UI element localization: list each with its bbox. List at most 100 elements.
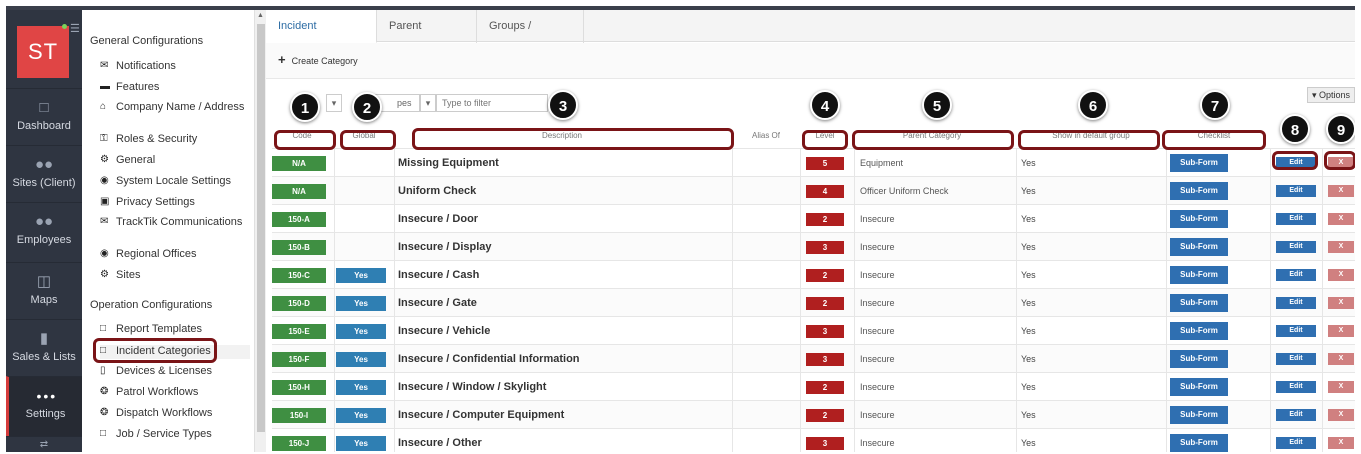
table-row[interactable]: 150-F Yes Insecure / Confidential Informat… bbox=[272, 344, 1355, 373]
table-row[interactable]: 150-C Yes Insecure / Cash 2 Insecure Yes Sub-F… bbox=[272, 260, 1355, 289]
config-item-patrol-workflows[interactable]: ❂ Patrol Workflows bbox=[100, 386, 250, 398]
edit-button[interactable]: Edit bbox=[1276, 381, 1316, 393]
config-item-report-templates[interactable]: □ Report Templates bbox=[100, 323, 250, 335]
subform-button[interactable]: Sub-Form bbox=[1170, 406, 1228, 424]
nav-sales-lists[interactable]: ▮ Sales & Lists bbox=[6, 319, 82, 375]
cell-description: Insecure / Other bbox=[398, 429, 728, 452]
config-item-roles-security[interactable]: ⚿ Roles & Security bbox=[100, 133, 250, 145]
subform-button[interactable]: Sub-Form bbox=[1170, 378, 1228, 396]
column-header-alias[interactable]: Alias Of bbox=[734, 124, 798, 148]
delete-button[interactable]: X bbox=[1328, 269, 1354, 281]
config-item-features[interactable]: ▬ Features bbox=[100, 81, 250, 93]
config-item-sites[interactable]: ⚙ Sites bbox=[100, 269, 250, 281]
config-item-label: Dispatch Workflows bbox=[116, 407, 213, 419]
config-item-devices-licenses[interactable]: ▯ Devices & Licenses bbox=[100, 365, 250, 377]
cell-description: Insecure / Computer Equipment bbox=[398, 401, 728, 429]
subform-button[interactable]: Sub-Form bbox=[1170, 154, 1228, 172]
options-button[interactable]: ▾ Options bbox=[1307, 87, 1355, 103]
column-divider bbox=[1016, 345, 1017, 373]
column-divider bbox=[1322, 177, 1323, 205]
tab-parent-categories[interactable]: Parent Categories bbox=[377, 10, 477, 64]
create-category-button[interactable]: + Create Category bbox=[278, 52, 358, 67]
table-row[interactable]: N/A Uniform Check 4 Officer Uniform Check Ye… bbox=[272, 176, 1355, 205]
delete-button[interactable]: X bbox=[1328, 353, 1354, 365]
nav-sites-client[interactable]: ●● Sites (Client) bbox=[6, 145, 82, 201]
code-filter-caret-icon[interactable]: ▾ bbox=[326, 94, 342, 112]
cell-alias bbox=[734, 177, 798, 205]
subform-button[interactable]: Sub-Form bbox=[1170, 210, 1228, 228]
table-row[interactable]: 150-E Yes Insecure / Vehicle 3 Insecure Yes Su… bbox=[272, 316, 1355, 345]
config-item-job-service-types[interactable]: □ Job / Service Types bbox=[100, 428, 250, 440]
subform-button[interactable]: Sub-Form bbox=[1170, 266, 1228, 284]
config-item-tracktik-communications[interactable]: ✉ TrackTik Communications bbox=[100, 216, 250, 228]
nav-settings[interactable]: ••• Settings bbox=[6, 376, 82, 436]
config-item-dispatch-workflows[interactable]: ❂ Dispatch Workflows bbox=[100, 407, 250, 419]
subform-button[interactable]: Sub-Form bbox=[1170, 294, 1228, 312]
column-divider bbox=[1270, 261, 1271, 289]
hamburger-icon[interactable]: ☰ bbox=[70, 24, 80, 35]
config-item-regional-offices[interactable]: ◉ Regional Offices bbox=[100, 248, 250, 260]
swap-icon[interactable]: ⇄ bbox=[6, 436, 82, 452]
gear-icon: ⚙ bbox=[100, 269, 109, 280]
cell-description: Insecure / Vehicle bbox=[398, 317, 728, 345]
edit-button[interactable]: Edit bbox=[1276, 409, 1316, 421]
delete-button[interactable]: X bbox=[1328, 297, 1354, 309]
cell-delete: X bbox=[1328, 233, 1355, 261]
nav-employees[interactable]: ●● Employees bbox=[6, 202, 82, 258]
nav-label: Sales & Lists bbox=[12, 351, 76, 363]
highlight-checklist bbox=[1162, 130, 1266, 150]
delete-button[interactable]: X bbox=[1328, 241, 1354, 253]
subform-button[interactable]: Sub-Form bbox=[1170, 182, 1228, 200]
table-row[interactable]: N/A Missing Equipment 5 Equipment Yes Sub-For… bbox=[272, 148, 1355, 177]
parent-category-text: Insecure bbox=[860, 326, 895, 336]
subform-button[interactable]: Sub-Form bbox=[1170, 434, 1228, 452]
tab-groups-industries[interactable]: Groups / Industries bbox=[477, 10, 584, 64]
edit-button[interactable]: Edit bbox=[1276, 353, 1316, 365]
scrollbar-thumb[interactable] bbox=[257, 24, 265, 432]
table-row[interactable]: 150-D Yes Insecure / Gate 2 Insecure Yes Sub-F… bbox=[272, 288, 1355, 317]
config-item-label: TrackTik Communications bbox=[116, 216, 243, 228]
config-item-general[interactable]: ⚙ General bbox=[100, 154, 250, 166]
cell-edit: Edit bbox=[1276, 317, 1320, 345]
delete-button[interactable]: X bbox=[1328, 325, 1354, 337]
subform-button[interactable]: Sub-Form bbox=[1170, 350, 1228, 368]
delete-button[interactable]: X bbox=[1328, 213, 1354, 225]
logo[interactable]: ST bbox=[17, 26, 69, 78]
config-item-system-locale[interactable]: ◉ System Locale Settings bbox=[100, 175, 250, 187]
config-item-privacy[interactable]: ▣ Privacy Settings bbox=[100, 196, 250, 208]
nav-dashboard[interactable]: □ Dashboard bbox=[6, 88, 82, 144]
global-badge: Yes bbox=[336, 267, 386, 283]
edit-button[interactable]: Edit bbox=[1276, 297, 1316, 309]
table-row[interactable]: 150-I Yes Insecure / Computer Equipment 2 In… bbox=[272, 400, 1355, 429]
edit-button[interactable]: Edit bbox=[1276, 185, 1316, 197]
cell-global: Yes bbox=[336, 373, 392, 401]
config-item-label: Features bbox=[116, 81, 160, 93]
delete-button[interactable]: X bbox=[1328, 409, 1354, 421]
delete-button[interactable]: X bbox=[1328, 437, 1354, 449]
subform-button[interactable]: Sub-Form bbox=[1170, 322, 1228, 340]
config-item-notifications[interactable]: ✉ Notifications bbox=[100, 60, 250, 72]
edit-button[interactable]: Edit bbox=[1276, 241, 1316, 253]
scroll-up-icon[interactable]: ▲ bbox=[257, 12, 264, 19]
delete-button[interactable]: X bbox=[1328, 381, 1354, 393]
cell-edit: Edit bbox=[1276, 345, 1320, 373]
table-row[interactable]: 150-A Insecure / Door 2 Insecure Yes Sub-Form… bbox=[272, 204, 1355, 233]
edit-button[interactable]: Edit bbox=[1276, 325, 1316, 337]
edit-button[interactable]: Edit bbox=[1276, 213, 1316, 225]
table-row[interactable]: 150-B Insecure / Display 3 Insecure Yes Sub-F… bbox=[272, 232, 1355, 261]
filter-input[interactable] bbox=[436, 94, 548, 112]
types-filter-caret-icon[interactable]: ▾ bbox=[420, 94, 436, 112]
nav-maps[interactable]: ◫ Maps bbox=[6, 262, 82, 318]
subform-button[interactable]: Sub-Form bbox=[1170, 238, 1228, 256]
config-item-company-name[interactable]: ⌂ Company Name / Address bbox=[100, 101, 250, 113]
edit-button[interactable]: Edit bbox=[1276, 269, 1316, 281]
sidebar-scrollbar[interactable]: ▲ bbox=[254, 10, 266, 452]
column-divider bbox=[1270, 205, 1271, 233]
cell-code: N/A bbox=[272, 149, 332, 177]
delete-button[interactable]: X bbox=[1328, 185, 1354, 197]
tab-incident-categories[interactable]: Incident Categories bbox=[266, 10, 377, 64]
column-divider bbox=[1016, 177, 1017, 205]
table-row[interactable]: 150-H Yes Insecure / Window / Skylight 2 Ins… bbox=[272, 372, 1355, 401]
edit-button[interactable]: Edit bbox=[1276, 437, 1316, 449]
table-row[interactable]: 150-J Yes Insecure / Other 3 Insecure Yes Sub-… bbox=[272, 428, 1355, 452]
